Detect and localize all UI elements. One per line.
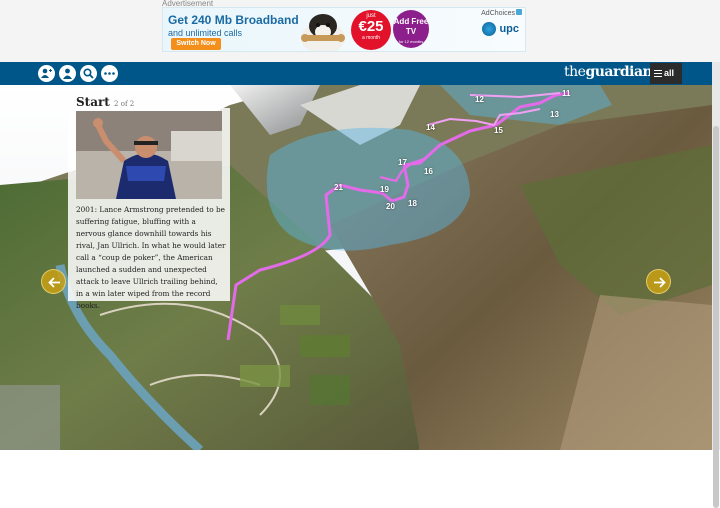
route-marker[interactable]: 11	[562, 89, 570, 98]
previous-button[interactable]	[41, 269, 66, 294]
ad-price-badge: just €25 a month	[351, 10, 391, 50]
ad-headline: Get 240 Mb Broadband	[168, 13, 299, 27]
info-card: 2001: Lance Armstrong pretended to be su…	[68, 108, 230, 310]
ad-banner[interactable]: Get 240 Mb Broadband and unlimited calls…	[162, 7, 526, 52]
guardian-logo[interactable]: theguardian	[564, 64, 653, 80]
free-tv-label: Add Free TV	[393, 17, 429, 36]
scrollbar-thumb[interactable]	[713, 126, 719, 508]
dog-image	[293, 8, 353, 51]
card-title: Start 2 of 2	[76, 95, 134, 109]
ad-area: Advertisement Get 240 Mb Broadband and u…	[0, 0, 720, 62]
route-marker[interactable]: 12	[475, 95, 484, 104]
adchoices-label: AdChoices	[481, 10, 515, 17]
route-marker[interactable]: 21	[334, 183, 343, 192]
card-page-indicator: 2 of 2	[114, 100, 135, 108]
adchoices-icon	[516, 9, 522, 15]
cyclist-photo	[76, 111, 222, 199]
route-marker[interactable]: 13	[550, 110, 559, 119]
route-marker[interactable]: 15	[494, 126, 503, 135]
free-tv-small: for 12 months	[398, 39, 424, 44]
search-icon[interactable]	[80, 65, 97, 82]
route-marker[interactable]: 14	[426, 123, 435, 132]
route-marker[interactable]: 20	[386, 202, 395, 211]
ad-subline: and unlimited calls	[168, 28, 243, 38]
price-bottom: a month	[361, 35, 381, 41]
all-label: all	[664, 68, 675, 78]
ad-switch-button[interactable]: Switch Now	[171, 38, 221, 50]
brand-prefix: the	[564, 64, 586, 80]
card-text: 2001: Lance Armstrong pretended to be su…	[76, 205, 226, 310]
arrow-right-icon	[654, 277, 666, 288]
upc-logo: upc	[482, 22, 519, 36]
price-value: €25	[358, 18, 384, 35]
route-marker[interactable]: 18	[408, 199, 417, 208]
guardian-navbar: theguardian all	[0, 62, 712, 85]
add-user-icon[interactable]	[38, 65, 55, 82]
route-marker[interactable]: 19	[380, 185, 389, 194]
menu-icon	[654, 70, 662, 78]
route-marker[interactable]: 16	[424, 167, 433, 176]
upc-logo-icon	[482, 22, 497, 36]
card-title-text: Start	[76, 95, 110, 109]
more-icon[interactable]	[101, 65, 118, 82]
scrollbar[interactable]	[712, 62, 720, 508]
upc-brand: upc	[499, 23, 519, 35]
route-marker[interactable]: 17	[398, 158, 407, 167]
adchoices-link[interactable]: AdChoices	[481, 9, 522, 17]
user-icon[interactable]	[59, 65, 76, 82]
all-sections-button[interactable]: all	[650, 63, 682, 84]
next-button[interactable]	[646, 269, 671, 294]
brand-name: guardian	[585, 64, 653, 80]
arrow-left-icon	[48, 277, 60, 288]
ad-free-tv-badge: Add Free TV for 12 months	[393, 10, 429, 48]
